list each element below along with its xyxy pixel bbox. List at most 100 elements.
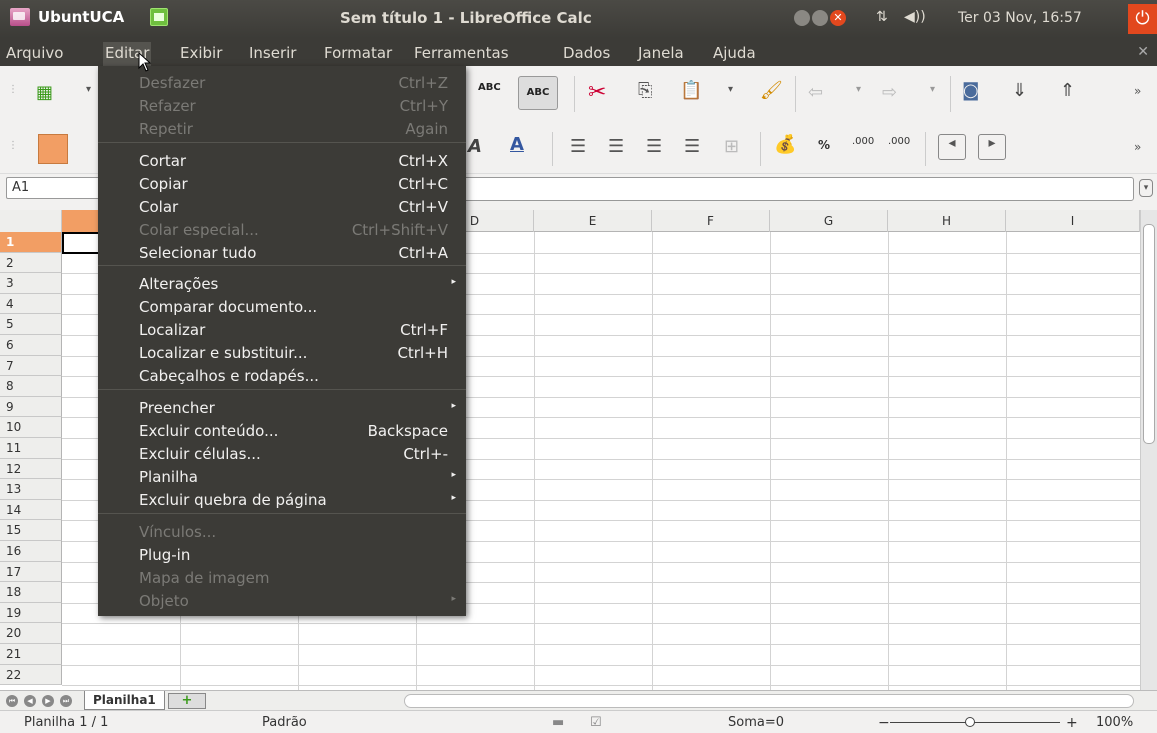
column-header-g[interactable]: G <box>770 210 888 232</box>
row-header[interactable]: 4 <box>0 293 62 315</box>
corner-cell[interactable] <box>0 210 62 232</box>
chevron-down-icon[interactable]: ▾ <box>856 84 861 95</box>
row-header[interactable]: 6 <box>0 335 62 356</box>
zoom-in-icon[interactable]: + <box>1066 715 1078 731</box>
cut-icon[interactable]: ✂ <box>588 80 606 105</box>
menu-item[interactable]: Selecionar tudo Ctrl+A <box>98 242 466 265</box>
row-header[interactable]: 8 <box>0 376 62 397</box>
redo-icon[interactable]: ⇨ <box>882 82 897 103</box>
decrease-indent-icon[interactable]: ◂ <box>938 134 966 160</box>
column-header-f[interactable]: F <box>652 210 770 232</box>
menu-janela[interactable]: Janela <box>638 44 684 62</box>
close-document-icon[interactable]: ✕ <box>1137 44 1149 60</box>
row-header[interactable]: 12 <box>0 458 62 480</box>
menu-item[interactable]: Excluir células... Ctrl+- <box>98 443 466 466</box>
row-header[interactable]: 18 <box>0 582 62 603</box>
row-header[interactable]: 19 <box>0 602 62 624</box>
menu-ajuda[interactable]: Ajuda <box>713 44 756 62</box>
chevron-down-icon[interactable]: ▾ <box>930 84 935 95</box>
menu-item[interactable]: Cabeçalhos e rodapés... <box>98 365 466 388</box>
toolbar-overflow-icon[interactable]: » <box>1134 84 1141 98</box>
maximize-icon[interactable] <box>812 10 828 26</box>
row-header[interactable]: 3 <box>0 273 62 294</box>
page-style[interactable]: Padrão <box>262 715 307 730</box>
menu-item[interactable]: Alterações ▸ <box>98 273 466 296</box>
menu-inserir[interactable]: Inserir <box>249 44 296 62</box>
menu-ferramentas[interactable]: Ferramentas <box>414 44 509 62</box>
percent-icon[interactable]: % <box>818 138 830 152</box>
chevron-down-icon[interactable]: ▾ <box>728 84 733 95</box>
menu-item[interactable]: Planilha ▸ <box>98 466 466 489</box>
sort-ascending-icon[interactable]: ⇓ <box>1012 80 1027 101</box>
close-window-icon[interactable]: ✕ <box>830 10 846 26</box>
power-icon[interactable]: ⏻ <box>1128 4 1157 34</box>
last-sheet-icon[interactable]: ⏭ <box>60 695 72 707</box>
column-header-e[interactable]: E <box>534 210 652 232</box>
network-icon[interactable]: ⇅ <box>876 9 888 25</box>
menu-item[interactable]: Cortar Ctrl+X <box>98 150 466 173</box>
row-header[interactable]: 20 <box>0 623 62 644</box>
clock[interactable]: Ter 03 Nov, 16:57 <box>958 10 1082 26</box>
row-header[interactable]: 7 <box>0 355 62 377</box>
row-header[interactable]: 11 <box>0 438 62 459</box>
menu-item[interactable]: Copiar Ctrl+C <box>98 173 466 196</box>
vertical-scrollbar[interactable] <box>1140 210 1157 690</box>
spellcheck-icon[interactable]: ABC <box>478 82 501 93</box>
first-sheet-icon[interactable]: ⏮ <box>6 695 18 707</box>
undo-icon[interactable]: ⇦ <box>808 82 823 103</box>
menu-item[interactable]: Localizar e substituir... Ctrl+H <box>98 342 466 365</box>
menu-item[interactable]: Colar especial... Ctrl+Shift+V <box>98 219 466 242</box>
styles-icon[interactable] <box>38 134 68 164</box>
menu-dados[interactable]: Dados <box>563 44 610 62</box>
menu-item[interactable]: Mapa de imagem <box>98 567 466 590</box>
volume-icon[interactable]: ◀)) <box>904 9 926 25</box>
font-underline-icon[interactable]: A <box>510 134 524 155</box>
menu-item[interactable]: Preencher ▸ <box>98 397 466 420</box>
formula-input[interactable] <box>450 177 1134 201</box>
remove-decimal-icon[interactable]: .000 <box>888 136 910 147</box>
menu-item[interactable]: Comparar documento... <box>98 296 466 319</box>
menu-arquivo[interactable]: Arquivo <box>6 44 63 62</box>
row-header[interactable]: 21 <box>0 644 62 665</box>
chevron-down-icon[interactable]: ▾ <box>86 84 91 95</box>
increase-indent-icon[interactable]: ▸ <box>978 134 1006 160</box>
menu-item[interactable]: Excluir conteúdo... Backspace <box>98 420 466 443</box>
menu-item[interactable]: Refazer Ctrl+Y <box>98 95 466 118</box>
menu-item[interactable]: Desfazer Ctrl+Z <box>98 72 466 95</box>
justify-icon[interactable]: ☰ <box>684 136 700 157</box>
menu-item[interactable]: Objeto ▸ <box>98 590 466 613</box>
navigator-icon[interactable]: ◙ <box>962 80 979 101</box>
menu-item[interactable]: Colar Ctrl+V <box>98 196 466 219</box>
prev-sheet-icon[interactable]: ◀ <box>24 695 36 707</box>
horizontal-scrollbar[interactable] <box>404 694 1134 708</box>
merge-cells-icon[interactable]: ⊞ <box>724 136 739 157</box>
row-header[interactable]: 22 <box>0 664 62 686</box>
sheet-tab-planilha1[interactable]: Planilha1 <box>84 691 165 710</box>
row-header[interactable]: 10 <box>0 417 62 438</box>
add-sheet-icon[interactable]: + <box>168 693 206 709</box>
expand-formula-icon[interactable]: ▾ <box>1139 179 1153 197</box>
align-center-icon[interactable]: ☰ <box>608 136 624 157</box>
zoom-percent[interactable]: 100% <box>1096 715 1133 730</box>
copy-icon[interactable]: ⎘ <box>638 80 652 101</box>
paste-icon[interactable]: 📋 <box>680 80 702 101</box>
new-document-icon[interactable]: ▦ <box>36 82 53 103</box>
font-color-icon[interactable]: A <box>468 136 482 157</box>
next-sheet-icon[interactable]: ▶ <box>42 695 54 707</box>
toolbar-grip-icon[interactable]: ⋮ <box>8 84 18 95</box>
column-header-h[interactable]: H <box>888 210 1006 232</box>
row-header[interactable]: 13 <box>0 479 62 500</box>
selection-mode-icon[interactable]: ▬ <box>552 715 564 730</box>
zoom-slider-knob[interactable] <box>965 717 975 727</box>
zoom-slider-track[interactable] <box>890 722 1060 723</box>
autospellcheck-icon[interactable]: ABC <box>518 76 558 110</box>
menu-exibir[interactable]: Exibir <box>180 44 222 62</box>
add-decimal-icon[interactable]: .000 <box>852 136 874 147</box>
row-header[interactable]: 1 <box>0 232 62 253</box>
row-header[interactable]: 5 <box>0 314 62 335</box>
row-header[interactable]: 14 <box>0 499 62 521</box>
align-right-icon[interactable]: ☰ <box>646 136 662 157</box>
toolbar-overflow-icon[interactable]: » <box>1134 140 1141 154</box>
align-left-icon[interactable]: ☰ <box>570 136 586 157</box>
toolbar-grip-icon[interactable]: ⋮ <box>8 140 18 151</box>
